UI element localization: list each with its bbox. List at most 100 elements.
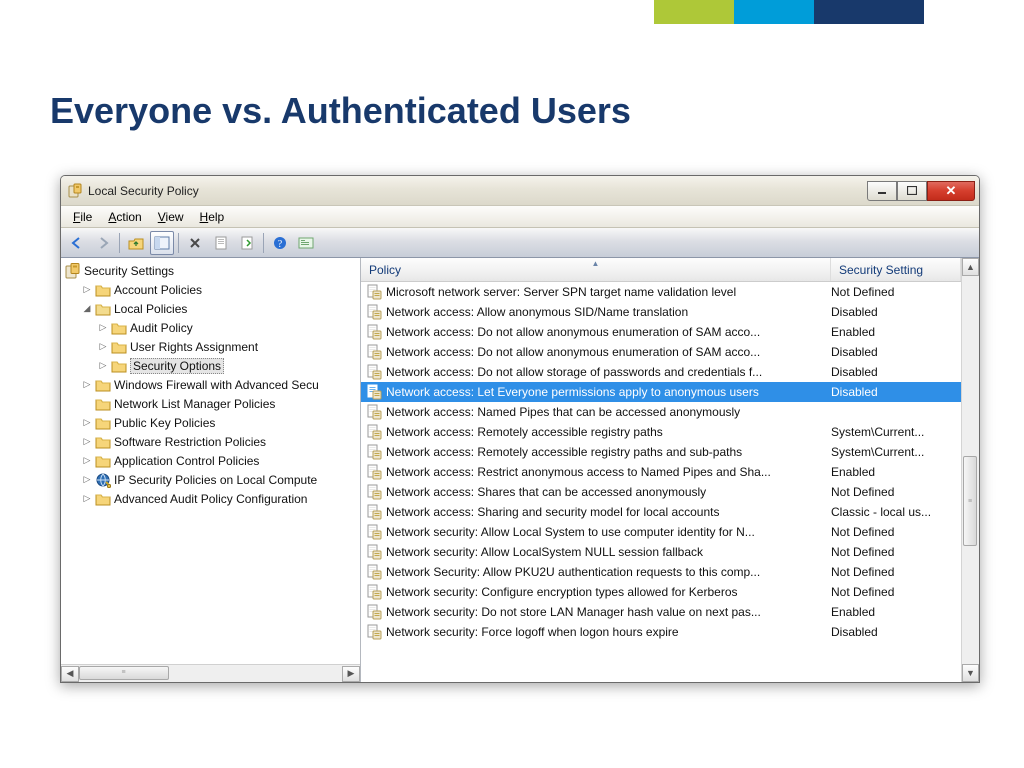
folder-icon <box>111 321 127 335</box>
expand-toggle-icon[interactable]: ▷ <box>81 493 93 505</box>
properties-button[interactable] <box>209 231 233 255</box>
refresh-view-button[interactable] <box>294 231 318 255</box>
policy-row[interactable]: Network security: Allow Local System to … <box>361 522 961 542</box>
tree-item[interactable]: ▷Software Restriction Policies <box>61 432 360 451</box>
policy-icon <box>365 604 383 620</box>
scroll-left-button[interactable]: ◀ <box>61 666 79 682</box>
list-vertical-scrollbar[interactable]: ▲ ≡ ▼ <box>961 258 979 682</box>
minimize-button[interactable] <box>867 181 897 201</box>
tree-item[interactable]: ▷Application Control Policies <box>61 451 360 470</box>
policy-row[interactable]: Network access: Remotely accessible regi… <box>361 442 961 462</box>
policy-row[interactable]: Network access: Do not allow anonymous e… <box>361 342 961 362</box>
policy-row[interactable]: Network access: Shares that can be acces… <box>361 482 961 502</box>
tree-root[interactable]: Security Settings <box>61 261 360 280</box>
help-button[interactable]: ? <box>268 231 292 255</box>
policy-icon <box>365 304 383 320</box>
policy-name: Network access: Do not allow anonymous e… <box>386 325 831 339</box>
tree-item[interactable]: ▷Audit Policy <box>61 318 360 337</box>
expand-toggle-icon[interactable]: ▷ <box>81 284 93 296</box>
tree-horizontal-scrollbar[interactable]: ◀ ≡ ▶ <box>61 664 360 682</box>
app-icon <box>67 183 83 199</box>
policy-row[interactable]: Network access: Remotely accessible regi… <box>361 422 961 442</box>
tree-item[interactable]: ▷Account Policies <box>61 280 360 299</box>
policy-list-pane: Policy ▲ Security Setting Microsoft netw… <box>361 258 979 682</box>
expand-toggle-icon[interactable] <box>81 398 93 410</box>
policy-value: Not Defined <box>831 285 961 299</box>
slide-accent-stripes <box>654 0 924 24</box>
tree-item[interactable]: Network List Manager Policies <box>61 394 360 413</box>
hscroll-thumb[interactable]: ≡ <box>79 666 169 680</box>
sort-indicator-icon: ▲ <box>592 259 600 268</box>
policy-row[interactable]: Network security: Allow LocalSystem NULL… <box>361 542 961 562</box>
policy-name: Network access: Let Everyone permissions… <box>386 385 831 399</box>
tree-item[interactable]: ▷ Windows Firewall with Advanced Secu <box>61 375 360 394</box>
up-folder-button[interactable] <box>124 231 148 255</box>
maximize-button[interactable] <box>897 181 927 201</box>
column-policy[interactable]: Policy ▲ <box>361 258 831 281</box>
policy-row[interactable]: Network access: Allow anonymous SID/Name… <box>361 302 961 322</box>
policy-value: Not Defined <box>831 585 961 599</box>
policy-icon <box>365 344 383 360</box>
tree-item[interactable]: ▷IP Security Policies on Local Compute <box>61 470 360 489</box>
policy-row[interactable]: Network security: Force logoff when logo… <box>361 622 961 642</box>
policy-row[interactable]: Network access: Sharing and security mod… <box>361 502 961 522</box>
scroll-down-button[interactable]: ▼ <box>962 664 979 682</box>
scroll-right-button[interactable]: ▶ <box>342 666 360 682</box>
expand-toggle-icon[interactable]: ◢ <box>81 303 93 315</box>
nav-forward-button[interactable] <box>91 231 115 255</box>
menu-action[interactable]: Action <box>100 208 149 226</box>
vscroll-thumb[interactable]: ≡ <box>963 456 977 546</box>
policy-value: Enabled <box>831 325 961 339</box>
policy-value: Not Defined <box>831 565 961 579</box>
expand-toggle-icon[interactable]: ▷ <box>97 322 109 334</box>
menubar: File Action View Help <box>61 206 979 228</box>
policy-row[interactable]: Network security: Configure encryption t… <box>361 582 961 602</box>
tree-item-label: Advanced Audit Policy Configuration <box>114 492 307 506</box>
column-security-setting[interactable]: Security Setting <box>831 258 961 281</box>
tree-item-label: Public Key Policies <box>114 416 215 430</box>
policy-row[interactable]: Microsoft network server: Server SPN tar… <box>361 282 961 302</box>
expand-toggle-icon[interactable]: ▷ <box>97 360 109 372</box>
menu-help[interactable]: Help <box>192 208 233 226</box>
tree-item-label: Windows Firewall with Advanced Secu <box>114 378 319 392</box>
expand-toggle-icon[interactable]: ▷ <box>97 341 109 353</box>
delete-button[interactable] <box>183 231 207 255</box>
security-settings-icon <box>65 264 81 278</box>
menu-file[interactable]: File <box>65 208 100 226</box>
expand-toggle-icon[interactable]: ▷ <box>81 455 93 467</box>
folder-icon <box>111 359 127 373</box>
tree-item[interactable]: ◢Local Policies <box>61 299 360 318</box>
export-button[interactable] <box>235 231 259 255</box>
tree-item[interactable]: ▷ Advanced Audit Policy Configuration <box>61 489 360 508</box>
expand-toggle-icon[interactable]: ▷ <box>81 436 93 448</box>
policy-icon <box>365 424 383 440</box>
policy-icon <box>365 284 383 300</box>
policy-icon <box>365 624 383 640</box>
show-tree-button[interactable] <box>150 231 174 255</box>
policy-icon <box>365 364 383 380</box>
policy-row[interactable]: Network security: Do not store LAN Manag… <box>361 602 961 622</box>
policy-name: Network access: Do not allow storage of … <box>386 365 831 379</box>
policy-row[interactable]: Network access: Let Everyone permissions… <box>361 382 961 402</box>
tree-item-label: User Rights Assignment <box>130 340 258 354</box>
scroll-up-button[interactable]: ▲ <box>962 258 979 276</box>
expand-toggle-icon[interactable]: ▷ <box>81 474 93 486</box>
expand-toggle-icon[interactable]: ▷ <box>81 379 93 391</box>
close-button[interactable]: ✕ <box>927 181 975 201</box>
policy-row[interactable]: Network access: Do not allow storage of … <box>361 362 961 382</box>
policy-row[interactable]: Network Security: Allow PKU2U authentica… <box>361 562 961 582</box>
tree-item[interactable]: ▷Security Options <box>61 356 360 375</box>
policy-row[interactable]: Network access: Named Pipes that can be … <box>361 402 961 422</box>
policy-row[interactable]: Network access: Restrict anonymous acces… <box>361 462 961 482</box>
policy-icon <box>365 564 383 580</box>
tree-item[interactable]: ▷ Public Key Policies <box>61 413 360 432</box>
policy-icon <box>365 464 383 480</box>
nav-back-button[interactable] <box>65 231 89 255</box>
policy-row[interactable]: Network access: Do not allow anonymous e… <box>361 322 961 342</box>
policy-name: Network security: Configure encryption t… <box>386 585 831 599</box>
folder-icon <box>95 416 111 430</box>
menu-view[interactable]: View <box>150 208 192 226</box>
titlebar[interactable]: Local Security Policy ✕ <box>61 176 979 206</box>
expand-toggle-icon[interactable]: ▷ <box>81 417 93 429</box>
tree-item[interactable]: ▷ User Rights Assignment <box>61 337 360 356</box>
